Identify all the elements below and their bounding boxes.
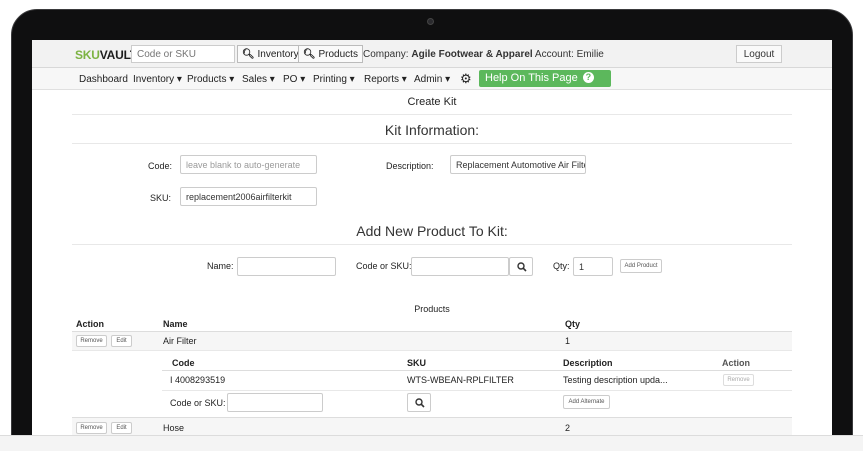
divider [72, 244, 792, 245]
qty-input[interactable]: 1 [573, 257, 613, 276]
alt-code: 4008293519 [175, 375, 226, 385]
browser-screen: SKUVAULT 🔍︎ Inventory 🔍︎ Products Compan… [32, 40, 832, 435]
sub-col-description-header: Description [563, 358, 613, 368]
kit-sku-input[interactable]: replacement2006airfilterkit [180, 187, 317, 206]
add-alternate-button[interactable]: Add Alternate [563, 395, 610, 409]
sub-col-sku-header: SKU [407, 358, 427, 368]
logout-button[interactable]: Logout [736, 45, 782, 63]
product-name: Air Filter [163, 336, 197, 346]
nav-sales[interactable]: Sales ▾ [242, 74, 275, 85]
kit-info-heading: Kit Information: [384, 122, 480, 138]
search-icon [517, 262, 527, 272]
col-name-header: Name [163, 319, 188, 329]
nav-printing[interactable]: Printing ▾ [313, 74, 355, 85]
product-qty: 2 [565, 423, 571, 433]
divider [72, 114, 792, 115]
page-title: Create Kit [407, 96, 457, 108]
gear-icon[interactable]: ⚙ [460, 71, 472, 87]
remove-button[interactable]: Remove [76, 335, 107, 347]
add-product-heading: Add New Product To Kit: [356, 223, 508, 239]
kit-description-input[interactable]: Replacement Automotive Air Filte [450, 155, 586, 174]
search-icon: 🔍︎ [303, 49, 316, 60]
remove-button[interactable]: Remove [76, 422, 107, 434]
sku-label: SKU: [150, 193, 172, 203]
product-name-input[interactable] [237, 257, 336, 276]
sub-col-code-header: Code [172, 358, 195, 368]
divider [162, 390, 792, 391]
nav-admin[interactable]: Admin ▾ [414, 74, 450, 85]
inventory-search-button[interactable]: 🔍︎ Inventory [237, 45, 304, 63]
sub-col-action-header: Action [722, 358, 750, 368]
products-search-button[interactable]: 🔍︎ Products [298, 45, 363, 63]
help-button[interactable]: Help On This Page ? [479, 70, 611, 87]
alt-sku: WTS-WBEAN-RPLFILTER [407, 375, 514, 385]
nav-products[interactable]: Products ▾ [187, 74, 234, 85]
search-input[interactable] [131, 45, 235, 63]
help-icon: ? [582, 72, 594, 83]
alt-description: Testing description upda... [563, 375, 668, 385]
laptop-base [0, 435, 863, 451]
product-code-input[interactable] [411, 257, 509, 276]
nav-inventory[interactable]: Inventory ▾ [133, 74, 182, 85]
nav-reports[interactable]: Reports ▾ [364, 74, 407, 85]
nav-bar: Dashboard Inventory ▾ Products ▾ Sales ▾… [32, 68, 832, 90]
alt-remove-button[interactable]: Remove [723, 374, 754, 386]
nav-dashboard[interactable]: Dashboard [79, 74, 128, 85]
logo[interactable]: SKUVAULT [75, 48, 137, 62]
alt-search-button[interactable] [407, 393, 431, 412]
alt-code-label: Code or SKU: [170, 398, 226, 408]
products-caption: Products [414, 304, 450, 314]
top-bar: SKUVAULT 🔍︎ Inventory 🔍︎ Products Compan… [32, 40, 832, 68]
search-icon: 🔍︎ [242, 49, 255, 60]
drag-handle[interactable]: I 4008293519 [170, 375, 225, 385]
divider [72, 143, 792, 144]
divider [72, 350, 792, 351]
code-label: Code: [148, 161, 173, 171]
product-qty: 1 [565, 336, 571, 346]
product-search-button[interactable] [509, 257, 533, 276]
kit-code-input[interactable]: leave blank to auto-generate [180, 155, 317, 174]
company-info: Company: Agile Footwear & Apparel Accoun… [363, 49, 604, 60]
add-product-button[interactable]: Add Product [620, 259, 662, 273]
description-label: Description: [386, 161, 434, 171]
nav-po[interactable]: PO ▾ [283, 74, 305, 85]
col-qty-header: Qty [565, 319, 581, 329]
edit-button[interactable]: Edit [111, 422, 132, 434]
code-sku-label: Code or SKU: [356, 261, 412, 271]
edit-button[interactable]: Edit [111, 335, 132, 347]
camera-icon [427, 18, 434, 25]
col-action-header: Action [76, 319, 104, 329]
divider [162, 370, 792, 371]
search-icon [415, 398, 425, 408]
alt-code-input[interactable] [227, 393, 323, 412]
name-label: Name: [207, 261, 234, 271]
qty-label: Qty: [553, 261, 570, 271]
product-name: Hose [163, 423, 185, 433]
